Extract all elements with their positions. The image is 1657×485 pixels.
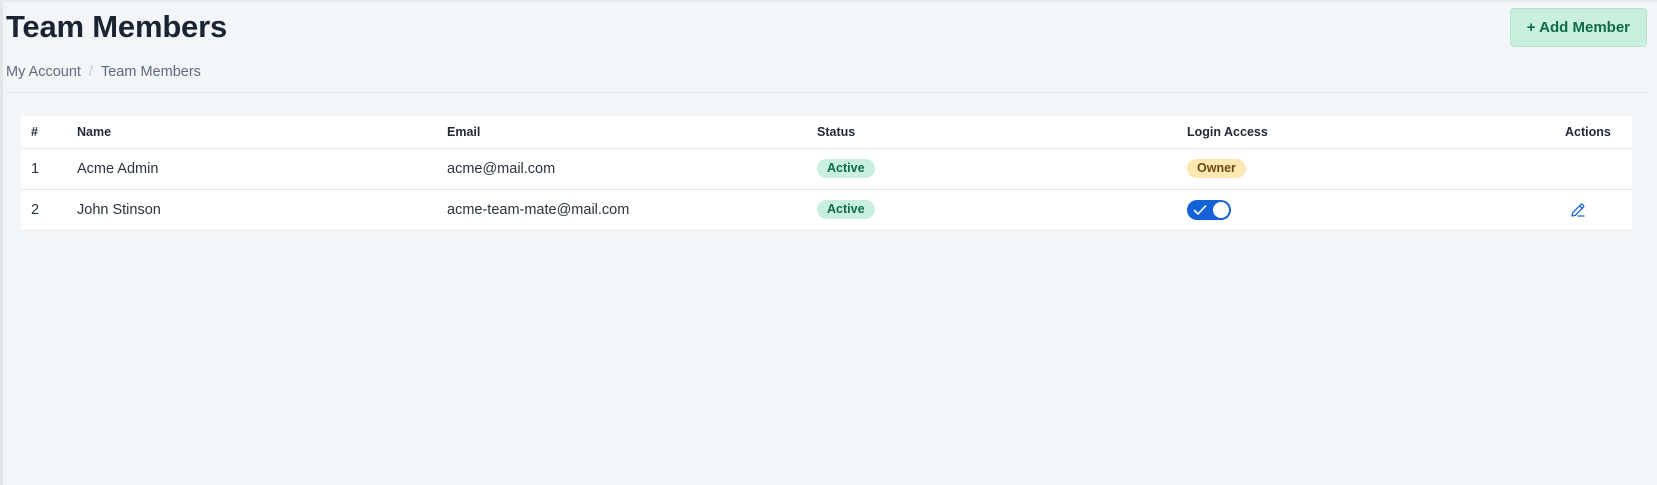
column-header-email: Email bbox=[437, 116, 807, 149]
row-number: 2 bbox=[21, 189, 67, 231]
check-icon bbox=[1193, 204, 1207, 215]
status-badge: Active bbox=[817, 200, 875, 219]
owner-badge: Owner bbox=[1187, 159, 1246, 178]
table-row: 2 John Stinson acme-team-mate@mail.com A… bbox=[21, 189, 1632, 231]
member-email: acme@mail.com bbox=[437, 148, 807, 190]
login-access-cell: Owner bbox=[1177, 148, 1547, 190]
status-cell: Active bbox=[807, 148, 1177, 190]
add-member-button[interactable]: + Add Member bbox=[1509, 8, 1647, 47]
page-title: Team Members bbox=[6, 9, 228, 44]
window-edge bbox=[0, 0, 3, 485]
header-divider bbox=[6, 92, 1646, 93]
team-members-table: # Name Email Status Login Access Actions… bbox=[21, 116, 1632, 231]
column-header-login-access: Login Access bbox=[1177, 116, 1547, 149]
status-cell: Active bbox=[807, 189, 1177, 231]
column-header-status: Status bbox=[807, 116, 1177, 149]
table-row: 1 Acme Admin acme@mail.com Active Owner bbox=[21, 148, 1632, 190]
breadcrumb-separator: / bbox=[88, 64, 93, 80]
member-email: acme-team-mate@mail.com bbox=[437, 189, 807, 231]
window-top-edge bbox=[0, 0, 1657, 2]
breadcrumb: My Account / Team Members bbox=[6, 62, 201, 82]
login-access-cell bbox=[1177, 189, 1547, 231]
member-name: Acme Admin bbox=[67, 148, 437, 190]
column-header-number: # bbox=[21, 116, 67, 149]
table-header-row: # Name Email Status Login Access Actions bbox=[21, 116, 1632, 149]
status-badge: Active bbox=[817, 159, 875, 178]
edit-icon[interactable] bbox=[1569, 201, 1587, 219]
actions-cell bbox=[1547, 148, 1632, 190]
column-header-actions: Actions bbox=[1547, 116, 1632, 149]
breadcrumb-current: Team Members bbox=[100, 64, 201, 80]
row-number: 1 bbox=[21, 148, 67, 190]
page-header: Team Members + Add Member bbox=[6, 8, 1647, 60]
column-header-name: Name bbox=[67, 116, 437, 149]
toggle-knob bbox=[1213, 201, 1229, 218]
breadcrumb-my-account[interactable]: My Account bbox=[6, 62, 81, 82]
actions-cell bbox=[1547, 189, 1632, 231]
member-name: John Stinson bbox=[67, 189, 437, 231]
login-access-toggle[interactable] bbox=[1187, 199, 1231, 220]
